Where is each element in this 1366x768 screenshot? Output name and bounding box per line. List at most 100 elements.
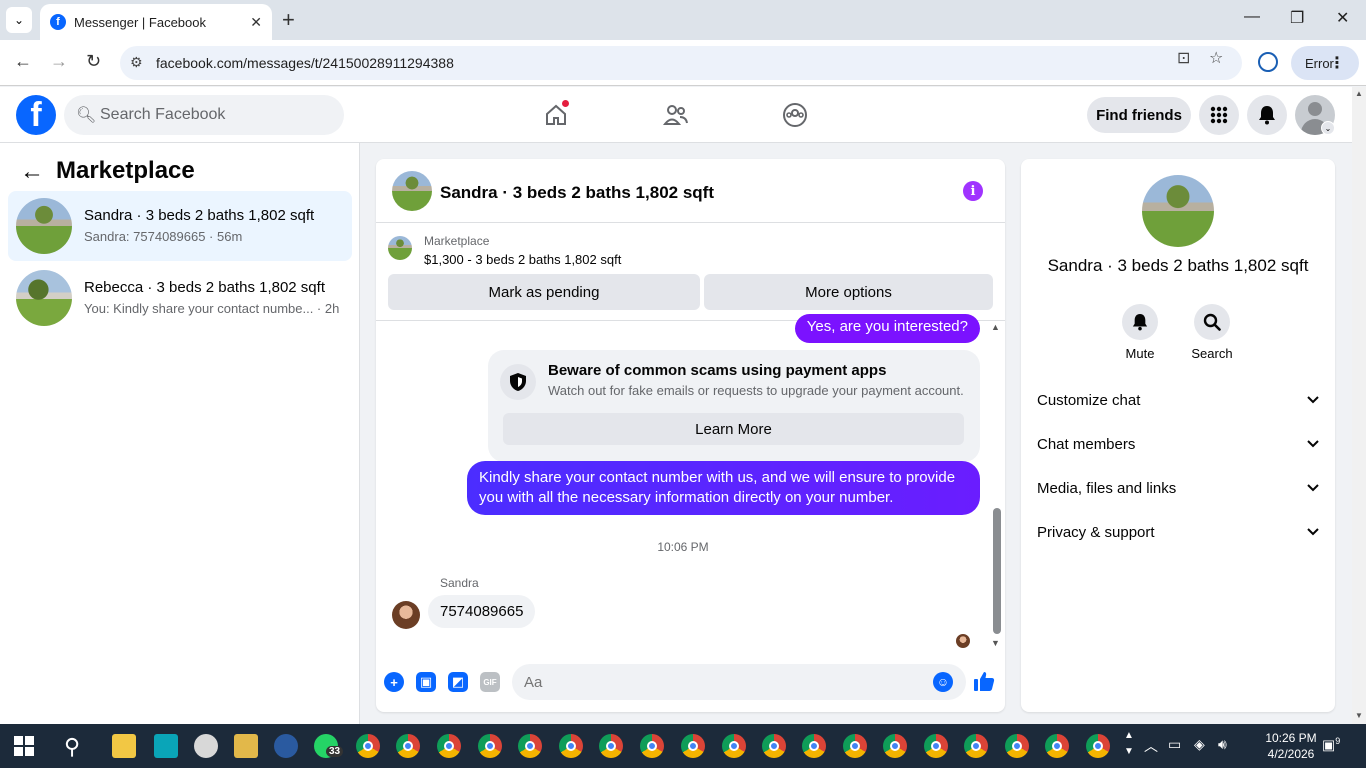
listing-thumbnail (16, 270, 72, 326)
add-icon[interactable]: + (384, 672, 404, 692)
back-icon[interactable]: ← (14, 51, 32, 72)
photo-icon[interactable]: ▣ (416, 672, 436, 692)
scroll-up-icon[interactable]: ▲ (1355, 89, 1363, 98)
chrome-profile-icon[interactable] (1045, 734, 1069, 758)
message-input[interactable] (512, 664, 966, 700)
marketplace-listing-bar: Marketplace $1,300 - 3 beds 2 baths 1,80… (376, 224, 1005, 321)
chat-avatar[interactable] (392, 171, 432, 211)
conversation-item-sandra[interactable]: Sandra · 3 beds 2 baths 1,802 sqft Sandr… (8, 191, 352, 261)
notifications-bell-icon[interactable] (1247, 95, 1287, 135)
chevron-down-icon (1307, 393, 1319, 407)
bookmark-star-icon[interactable]: ☆ (1209, 48, 1223, 68)
chrome-profile-icon[interactable] (802, 734, 826, 758)
app-icon[interactable] (274, 734, 298, 758)
facebook-logo-icon[interactable]: f (16, 95, 56, 135)
tab-title: Messenger | Facebook (74, 14, 206, 30)
file-explorer-icon[interactable] (112, 734, 136, 758)
scroll-down-icon[interactable]: ▼ (991, 638, 1000, 648)
sender-avatar[interactable] (392, 601, 420, 629)
app-icon[interactable] (234, 734, 258, 758)
chrome-profile-icon[interactable] (559, 734, 583, 758)
browser-profile-icon[interactable] (1258, 52, 1278, 72)
site-info-icon[interactable]: ⚙ (130, 54, 143, 71)
chrome-profile-icon[interactable] (924, 734, 948, 758)
address-bar[interactable]: ⚙ facebook.com/messages/t/24150028911294… (120, 46, 1242, 80)
outgoing-message[interactable]: Kindly share your contact number with us… (467, 461, 980, 515)
chrome-profile-icon[interactable] (762, 734, 786, 758)
home-icon[interactable] (542, 99, 570, 129)
close-window-icon[interactable]: ✕ (1336, 8, 1349, 28)
chevron-down-icon[interactable]: ⌄ (1321, 121, 1335, 135)
browser-tab[interactable]: f Messenger | Facebook ✕ (40, 4, 272, 40)
chat-members-section[interactable]: Chat members (1037, 428, 1319, 460)
tab-search-dropdown[interactable]: ⌄ (6, 7, 32, 33)
scroll-up-icon[interactable]: ▲ (991, 322, 1000, 332)
chrome-profile-icon[interactable] (640, 734, 664, 758)
reload-icon[interactable]: ↻ (86, 51, 101, 72)
mark-as-pending-button[interactable]: Mark as pending (388, 274, 700, 310)
volume-icon[interactable]: 🔊︎ (1218, 736, 1227, 753)
network-icon[interactable]: ▭ (1168, 736, 1181, 753)
search-action[interactable]: Search (1182, 304, 1242, 361)
close-tab-icon[interactable]: ✕ (250, 14, 262, 31)
mute-action[interactable]: Mute (1110, 304, 1170, 361)
install-app-icon[interactable]: ⊡ (1177, 48, 1190, 68)
more-options-button[interactable]: More options (704, 274, 993, 310)
back-arrow-icon[interactable]: ← (20, 158, 44, 186)
scroll-down-icon[interactable]: ▼ (1355, 711, 1363, 720)
chrome-profile-icon[interactable] (437, 734, 461, 758)
sticker-icon[interactable]: ◩ (448, 672, 468, 692)
chat-scrollbar[interactable]: ▲ ▼ (990, 322, 1002, 652)
groups-icon[interactable] (781, 101, 809, 129)
sender-name: Sandra (440, 576, 479, 590)
learn-more-button[interactable]: Learn More (503, 413, 964, 445)
chrome-profile-icon[interactable] (1086, 734, 1110, 758)
chrome-profile-icon[interactable] (396, 734, 420, 758)
forward-icon[interactable]: → (50, 51, 68, 72)
chrome-profile-icon[interactable] (518, 734, 542, 758)
windows-start-icon[interactable] (14, 736, 34, 756)
facebook-search-input[interactable]: 🔍︎ Search Facebook (64, 95, 344, 135)
find-friends-button[interactable]: Find friends (1087, 97, 1191, 133)
app-icon[interactable] (154, 734, 178, 758)
chrome-profile-icon[interactable] (883, 734, 907, 758)
taskbar-search-icon[interactable]: ⚲ (64, 734, 80, 760)
scrollbar-thumb[interactable] (993, 508, 1001, 634)
chat-title[interactable]: Sandra · 3 beds 2 baths 1,802 sqft (440, 183, 714, 203)
chrome-profile-icon[interactable] (1005, 734, 1029, 758)
system-clock[interactable]: 10:26 PM 4/2/2026 (1250, 730, 1332, 762)
page-scrollbar[interactable]: ▲ ▼ (1352, 87, 1366, 724)
notification-center-icon[interactable]: ▣9 (1322, 736, 1340, 754)
like-thumb-icon[interactable] (973, 670, 995, 698)
app-icon[interactable] (194, 734, 218, 758)
menu-grid-icon[interactable] (1199, 95, 1239, 135)
conversation-item-rebecca[interactable]: Rebecca · 3 beds 2 baths 1,802 sqft You:… (8, 263, 352, 333)
clock-time: 10:26 PM (1265, 731, 1317, 745)
chrome-profile-icon[interactable] (599, 734, 623, 758)
info-icon[interactable]: i (963, 181, 983, 201)
error-menu-button[interactable]: Error ⋮ (1291, 46, 1359, 80)
minimize-icon[interactable]: — (1244, 8, 1260, 26)
taskbar-scroll-icon[interactable]: ▲ ▼ (1124, 728, 1134, 760)
gif-icon[interactable]: GIF (480, 672, 500, 692)
listing-thumbnail[interactable] (388, 236, 412, 260)
chrome-profile-icon[interactable] (478, 734, 502, 758)
chrome-profile-icon-active[interactable] (722, 734, 746, 758)
incoming-message[interactable]: 7574089665 (428, 595, 536, 628)
chrome-profile-icon[interactable] (964, 734, 988, 758)
restore-icon[interactable]: ❐ (1290, 8, 1304, 28)
show-hidden-icons-icon[interactable]: ︿ (1144, 736, 1158, 756)
outgoing-message[interactable]: Yes, are you interested? (794, 314, 980, 343)
media-files-links-section[interactable]: Media, files and links (1037, 472, 1319, 504)
listing-price[interactable]: $1,300 - 3 beds 2 baths 1,802 sqft (424, 252, 621, 267)
chrome-profile-icon[interactable] (843, 734, 867, 758)
customize-chat-section[interactable]: Customize chat (1037, 384, 1319, 416)
teams-icon[interactable]: ◈ (1194, 736, 1205, 753)
contact-avatar[interactable] (1142, 175, 1214, 247)
chrome-profile-icon[interactable] (681, 734, 705, 758)
privacy-support-section[interactable]: Privacy & support (1037, 516, 1319, 548)
emoji-icon[interactable]: ☺ (933, 672, 953, 692)
new-tab-icon[interactable]: + (282, 8, 295, 32)
chrome-icon[interactable] (356, 734, 380, 758)
friends-icon[interactable] (662, 101, 690, 129)
